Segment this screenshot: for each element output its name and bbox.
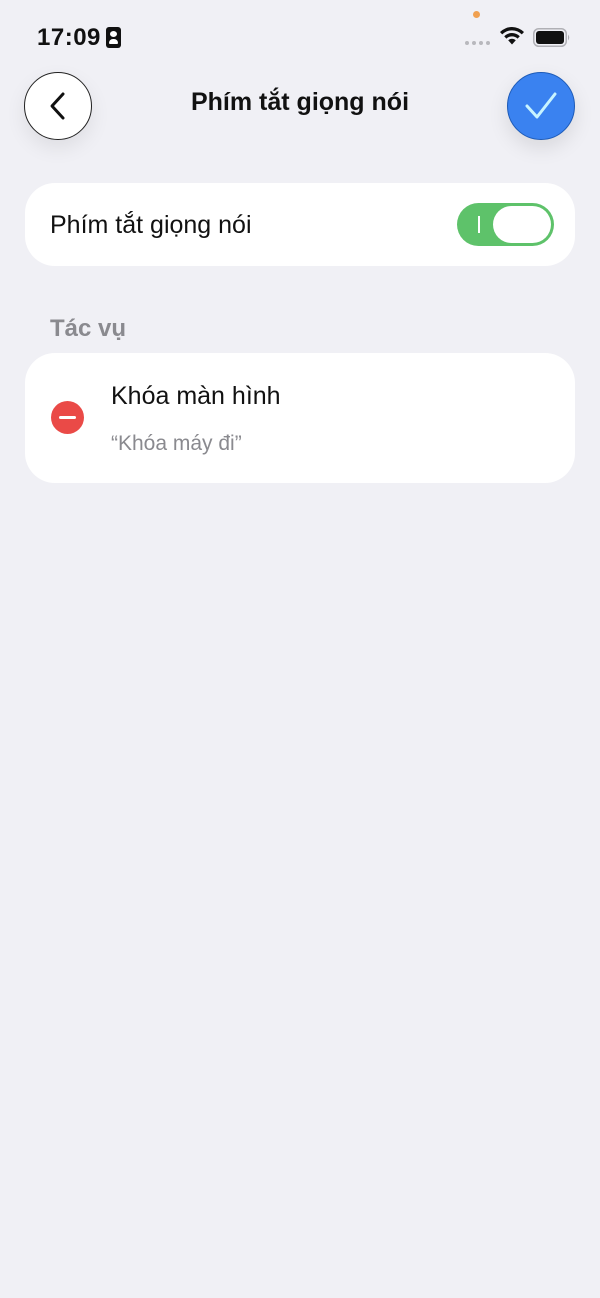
voice-shortcut-toggle[interactable] <box>457 203 554 246</box>
privacy-indicator-dot <box>473 11 480 18</box>
status-time: 17:09 <box>37 24 101 51</box>
task-title: Khóa màn hình <box>111 382 281 410</box>
toggle-on-mark-icon <box>478 216 480 233</box>
voice-shortcut-card: Phím tắt giọng nói <box>25 183 575 266</box>
section-header-tasks: Tác vụ <box>50 315 127 342</box>
task-list-item[interactable]: Khóa màn hình “Khóa máy đi” <box>25 353 575 483</box>
signal-dots-icon <box>465 41 490 45</box>
battery-icon <box>533 28 570 47</box>
checkmark-icon <box>525 92 557 119</box>
contact-card-icon <box>106 27 121 48</box>
remove-circle-icon <box>59 416 76 419</box>
toggle-knob <box>493 206 551 243</box>
voice-shortcut-label: Phím tắt giọng nói <box>50 211 252 239</box>
wifi-icon <box>500 27 524 45</box>
status-bar: 17:09 <box>0 0 600 76</box>
task-phrase: “Khóa máy đi” <box>111 432 242 455</box>
confirm-button[interactable] <box>507 72 575 140</box>
remove-task-button[interactable] <box>51 401 84 434</box>
